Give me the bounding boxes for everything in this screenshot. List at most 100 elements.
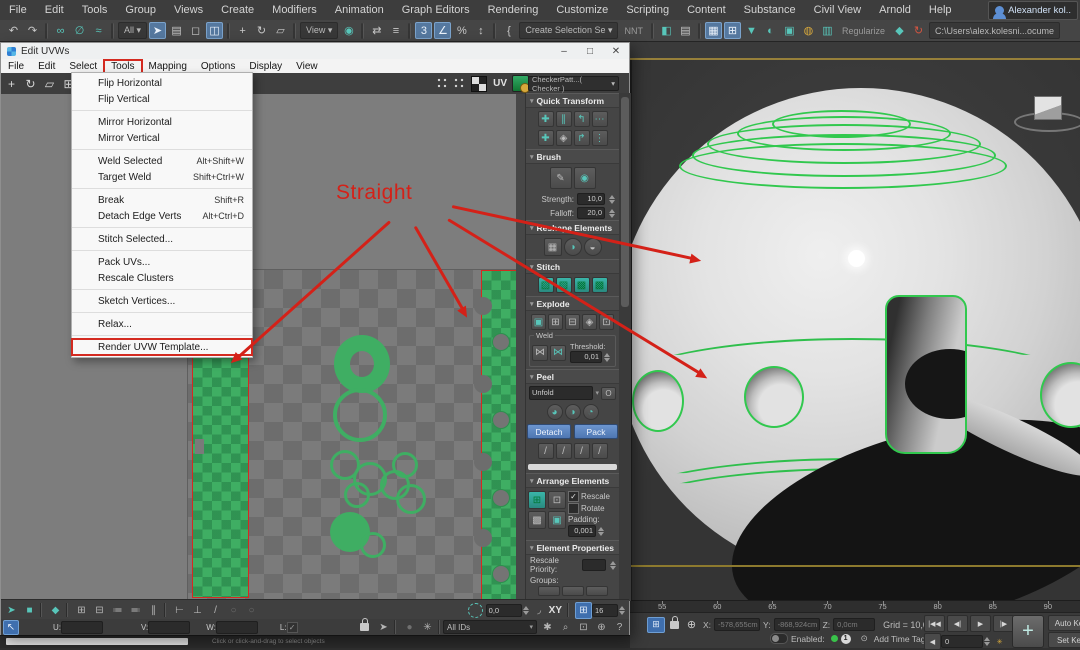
rotate-ccw-icon[interactable]: ↰: [573, 111, 590, 127]
uvw-menu-file[interactable]: File: [1, 60, 31, 73]
snowflake-freeze-icon[interactable]: ✳: [420, 620, 435, 635]
absolute-offset-toggle[interactable]: ↖: [3, 619, 19, 635]
lock-aspect-checkbox[interactable]: ✓: [286, 621, 298, 633]
perspective-viewport[interactable]: [630, 60, 1080, 600]
viewcube-home-icon[interactable]: [1014, 96, 1080, 132]
toolbar-icon[interactable]: ◍: [800, 22, 817, 39]
go-to-start-button[interactable]: |◀◀: [924, 615, 945, 632]
toolbar-icon[interactable]: NNT: [620, 22, 647, 39]
x-coordinate-field[interactable]: -578,655cm: [714, 618, 761, 631]
toolbar-icon[interactable]: ▦: [704, 22, 722, 39]
ungroup-button[interactable]: [561, 586, 584, 596]
main-menu-item[interactable]: File: [0, 0, 36, 20]
uv-island-small-circle[interactable]: [392, 452, 418, 478]
tools-menu-item[interactable]: Weld Selected Alt+Shift+W: [72, 153, 252, 169]
threshold-spinner[interactable]: [603, 352, 610, 363]
reshape-cylinder-icon[interactable]: ◒: [583, 238, 602, 256]
stitch-average-icon[interactable]: ▨: [555, 277, 572, 293]
stitch-target-icon[interactable]: ▩: [591, 277, 608, 293]
v-coordinate-field[interactable]: [148, 620, 191, 634]
lock-selection-icon[interactable]: [360, 618, 369, 631]
toolbar-icon[interactable]: ▼: [743, 22, 760, 39]
tools-menu-item[interactable]: Relax...: [72, 316, 252, 336]
padding-field[interactable]: 0,001: [568, 525, 596, 537]
align-horizontal-icon[interactable]: ✚: [537, 111, 554, 127]
zoom-region-icon[interactable]: ⊡: [576, 620, 591, 635]
texture-checker-dropdown[interactable]: CheckerPatt...( Checker ) ▾: [528, 75, 619, 93]
peel-mode-dropdown[interactable]: Unfold: [529, 386, 594, 400]
ring-mode-icon[interactable]: ○: [244, 603, 259, 618]
toolbar-icon[interactable]: 3: [415, 22, 433, 39]
key-step-buttons[interactable]: ◀: [924, 633, 941, 650]
main-menu-item[interactable]: Views: [165, 0, 212, 20]
rollout-reshape-elements[interactable]: Reshape Elements: [526, 220, 619, 235]
grid-snap-icon[interactable]: ⊞: [575, 601, 592, 619]
toolbar-icon[interactable]: ▥: [819, 22, 836, 39]
w-coordinate-field[interactable]: [215, 620, 258, 634]
move-tool-icon[interactable]: +: [3, 75, 20, 92]
toolbar-icon[interactable]: ◆: [891, 22, 908, 39]
material-id-filter-dropdown[interactable]: All IDs ▾: [443, 620, 537, 634]
toolbar-icon[interactable]: ▣: [781, 22, 798, 39]
toolbar-icon[interactable]: ▤: [677, 22, 694, 39]
main-menu-item[interactable]: Tools: [73, 0, 117, 20]
tools-menu-item[interactable]: Mirror Vertical: [72, 130, 252, 150]
toolbar-icon[interactable]: Create Selection Se ▾: [519, 22, 619, 39]
stitch-source-icon[interactable]: ▩: [573, 277, 590, 293]
uv-island-small-circle[interactable]: [360, 532, 386, 558]
strength-field[interactable]: 10,0: [577, 193, 605, 205]
rotate-tool-icon[interactable]: ↻: [22, 75, 39, 92]
expand-to-seam-icon[interactable]: /: [591, 443, 608, 459]
main-menu-item[interactable]: Substance: [735, 0, 805, 20]
reshape-grid-icon[interactable]: ▦: [543, 238, 562, 256]
main-menu-item[interactable]: Arnold: [870, 0, 920, 20]
pan-hand-icon[interactable]: ✱: [540, 620, 555, 635]
scale-tool-icon[interactable]: ▱: [41, 75, 58, 92]
set-key-button[interactable]: Set Key: [1048, 632, 1080, 648]
uvw-menu-display[interactable]: Display: [242, 60, 289, 73]
zoom-to-selection-icon[interactable]: ?: [612, 620, 627, 635]
soft-selection-icon[interactable]: ➤: [376, 620, 391, 635]
main-menu-item[interactable]: Create: [212, 0, 263, 20]
select-edge-ring-icon[interactable]: ≕: [128, 603, 143, 618]
select-group-button[interactable]: [585, 586, 608, 596]
convert-edge-to-seam-icon[interactable]: /: [573, 443, 590, 459]
shrink-selection-icon[interactable]: ⊟: [92, 603, 107, 618]
toolbar-icon[interactable]: ◧: [658, 22, 675, 39]
selection-arrow-icon[interactable]: ➤: [4, 603, 19, 618]
loop-mode-icon[interactable]: ○: [226, 603, 241, 618]
explode-by-face-icon[interactable]: ⊟: [565, 314, 580, 330]
grid-size-field[interactable]: 16: [592, 603, 618, 617]
main-menu-item[interactable]: Group: [116, 0, 165, 20]
toolbar-icon[interactable]: [408, 22, 412, 39]
weld-all-icon[interactable]: ⋈: [550, 344, 566, 361]
main-menu-item[interactable]: Rendering: [479, 0, 548, 20]
zoom-extents-icon[interactable]: ⊕: [594, 620, 609, 635]
lock-icon[interactable]: [670, 615, 679, 629]
linear-align-icon[interactable]: ◈: [555, 130, 572, 146]
rollout-arrange-elements[interactable]: Arrange Elements: [526, 473, 619, 488]
tools-menu-item[interactable]: Flip Horizontal: [72, 75, 252, 91]
toolbar-icon[interactable]: C:\Users\alex.kolesni...ocume: [929, 22, 1061, 39]
uv-island-small-circle[interactable]: [344, 482, 370, 508]
main-menu-item[interactable]: Content: [678, 0, 735, 20]
toolbar-icon[interactable]: [293, 22, 297, 39]
weld-selected-icon[interactable]: ⋈: [532, 344, 548, 361]
rotation-snap-icon[interactable]: [467, 602, 483, 618]
quick-peel-icon[interactable]: ◕: [546, 404, 563, 420]
uvw-menu-tools[interactable]: Tools: [103, 58, 143, 74]
toolbar-icon[interactable]: [361, 22, 365, 39]
toolbar-icon[interactable]: ↕: [472, 22, 489, 39]
uv-island-right-strip[interactable]: [474, 270, 517, 602]
tools-menu-item[interactable]: Flip Vertical: [72, 91, 252, 111]
straighten-icon[interactable]: /: [208, 603, 223, 618]
select-element-icon[interactable]: ◆: [48, 603, 63, 618]
explode-by-smoothing-icon[interactable]: ◈: [582, 314, 597, 330]
rotate-cw-icon[interactable]: ↱: [573, 130, 590, 146]
toolbar-icon[interactable]: ↻: [253, 22, 270, 39]
paint-move-brush-icon[interactable]: ✎: [549, 167, 572, 189]
toolbar-icon[interactable]: ∞: [52, 22, 69, 39]
toolbar-icon[interactable]: ∅: [71, 22, 88, 39]
toolbar-icon[interactable]: [493, 22, 497, 39]
main-menu-item[interactable]: Graph Editors: [393, 0, 479, 20]
